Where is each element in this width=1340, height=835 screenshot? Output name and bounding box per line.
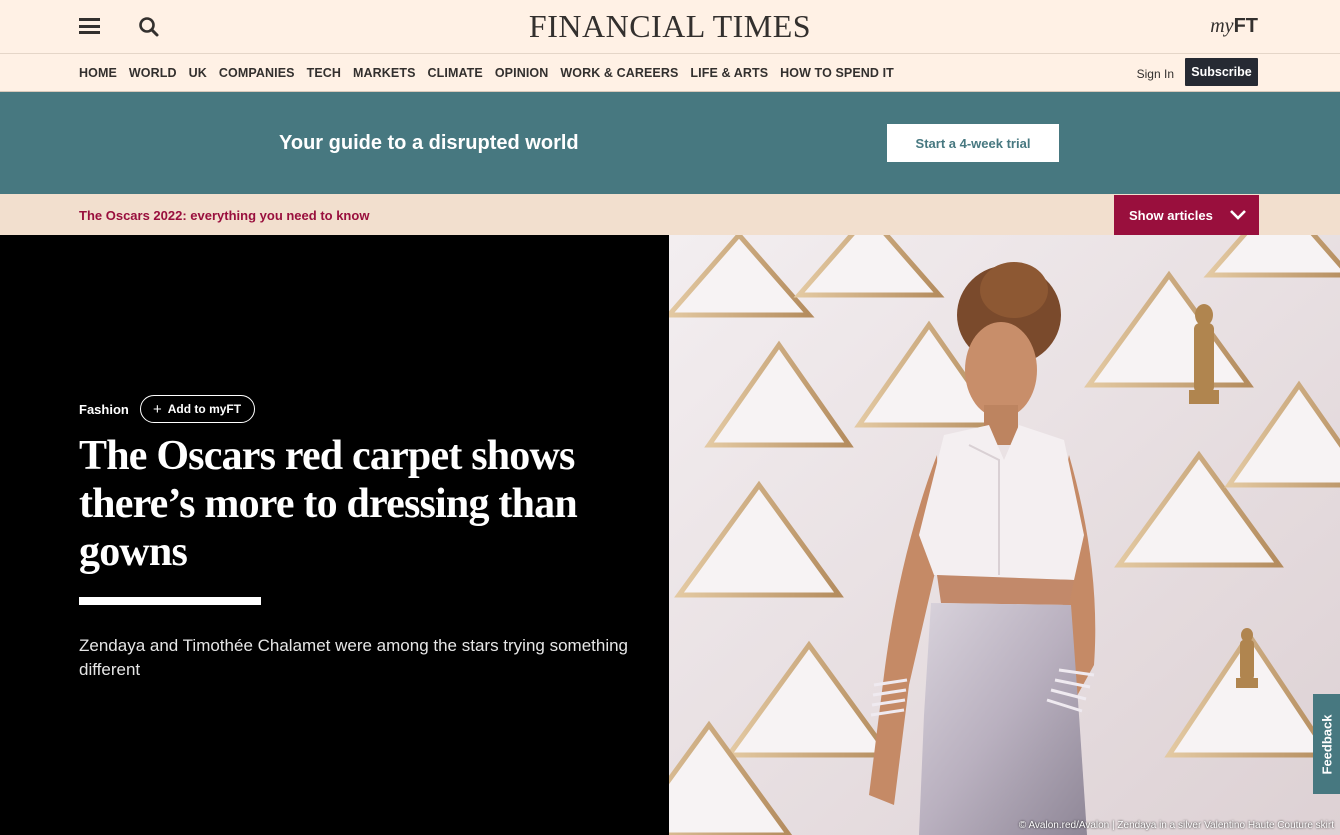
red-carpet-photo	[669, 235, 1340, 835]
image-caption: © Avalon.red/Avalon | Zendaya in a silve…	[1018, 820, 1334, 831]
subscribe-button[interactable]: Subscribe	[1185, 58, 1258, 86]
nav-item-opinion[interactable]: OPINION	[495, 66, 548, 80]
hero-text-panel: Fashion + Add to myFT The Oscars red car…	[0, 235, 669, 835]
sign-in-link[interactable]: Sign In	[1137, 67, 1174, 81]
nav-item-world[interactable]: WORLD	[129, 66, 177, 80]
myft-prefix: my	[1210, 15, 1234, 37]
promo-banner: Your guide to a disrupted world Start a …	[0, 92, 1340, 194]
nav-item-how-to-spend-it[interactable]: HOW TO SPEND IT	[780, 66, 894, 80]
add-to-myft-label: Add to myFT	[167, 402, 242, 416]
nav-item-markets[interactable]: MARKETS	[353, 66, 416, 80]
search-icon[interactable]	[138, 16, 160, 38]
menu-icon[interactable]	[79, 18, 100, 34]
article-headline: The Oscars red carpet shows there’s more…	[79, 433, 578, 575]
nav-item-climate[interactable]: CLIMATE	[428, 66, 483, 80]
nav-item-home[interactable]: HOME	[79, 66, 117, 80]
nav-item-companies[interactable]: COMPANIES	[219, 66, 295, 80]
start-trial-button[interactable]: Start a 4-week trial	[887, 124, 1059, 162]
myft-suffix: FT	[1233, 15, 1258, 37]
series-bar: The Oscars 2022: everything you need to …	[0, 194, 1340, 235]
headline-rule	[79, 597, 261, 605]
feedback-tab[interactable]: Feedback	[1313, 694, 1340, 794]
hero-image: © Avalon.red/Avalon | Zendaya in a silve…	[669, 235, 1340, 835]
nav-item-tech[interactable]: TECH	[307, 66, 341, 80]
promo-text: Your guide to a disrupted world	[279, 132, 579, 154]
article-hero: Fashion + Add to myFT The Oscars red car…	[0, 235, 1340, 835]
feedback-label: Feedback	[1319, 714, 1335, 774]
show-articles-label: Show articles	[1129, 207, 1213, 223]
topic-link[interactable]: Fashion	[79, 402, 129, 417]
site-logo[interactable]: FINANCIAL TIMES	[0, 8, 1340, 45]
article-standfirst: Zendaya and Timothée Chalamet were among…	[79, 636, 629, 679]
show-articles-button[interactable]: Show articles	[1114, 195, 1259, 235]
plus-icon: +	[153, 400, 162, 418]
nav-item-life-arts[interactable]: LIFE & ARTS	[690, 66, 768, 80]
series-title-link[interactable]: The Oscars 2022: everything you need to …	[79, 208, 369, 223]
nav-item-uk[interactable]: UK	[189, 66, 207, 80]
nav-item-work-careers[interactable]: WORK & CAREERS	[560, 66, 678, 80]
nav-list: HOME WORLD UK COMPANIES TECH MARKETS CLI…	[79, 66, 906, 80]
add-to-myft-button[interactable]: + Add to myFT	[140, 395, 256, 423]
site-header: FINANCIAL TIMES myFT	[0, 0, 1340, 54]
myft-link[interactable]: myFT	[1210, 12, 1258, 38]
chevron-down-icon	[1230, 210, 1246, 220]
main-nav: HOME WORLD UK COMPANIES TECH MARKETS CLI…	[0, 54, 1340, 92]
